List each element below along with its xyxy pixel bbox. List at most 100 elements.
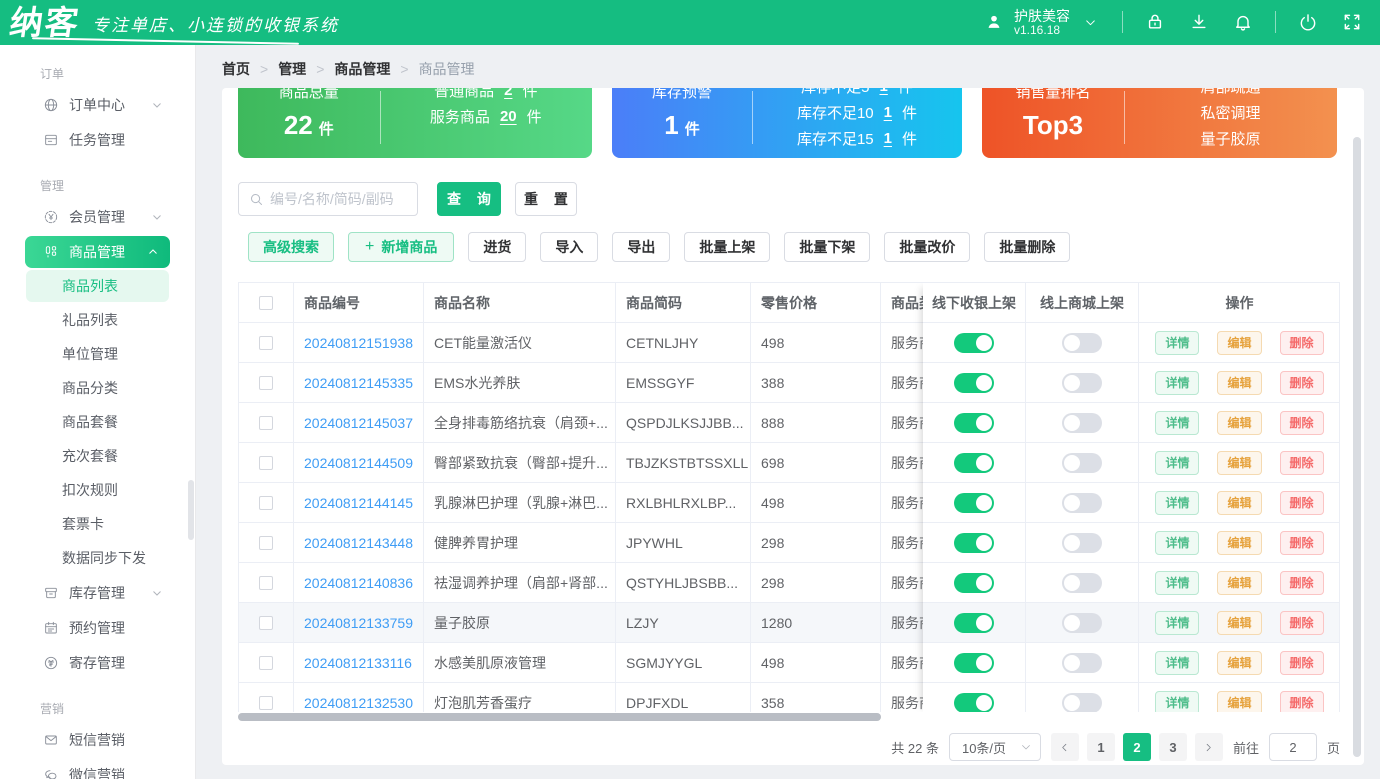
offline-shelf-toggle[interactable]	[954, 613, 994, 633]
product-id-link[interactable]: 20240812132530	[304, 695, 413, 711]
row-checkbox[interactable]	[259, 576, 273, 590]
product-id-link[interactable]: 20240812151938	[304, 335, 413, 351]
breadcrumb-management[interactable]: 管理	[278, 59, 334, 79]
delete-button[interactable]: 删除	[1280, 691, 1324, 713]
edit-button[interactable]: 编辑	[1217, 451, 1261, 475]
power-icon[interactable]	[1296, 10, 1320, 34]
edit-button[interactable]: 编辑	[1217, 411, 1261, 435]
next-page-button[interactable]	[1195, 733, 1223, 761]
offline-shelf-toggle[interactable]	[954, 333, 994, 353]
breadcrumb-home[interactable]: 首页	[222, 59, 278, 79]
online-shelf-toggle[interactable]	[1062, 493, 1102, 513]
toolbar-button-5[interactable]: 批量改价	[884, 232, 970, 262]
sidebar-subitem-3[interactable]: 商品分类	[26, 372, 169, 404]
download-icon[interactable]	[1187, 10, 1211, 34]
detail-button[interactable]: 详情	[1155, 571, 1199, 595]
row-checkbox[interactable]	[259, 536, 273, 550]
sidebar-subitem-0[interactable]: 商品列表	[26, 270, 169, 302]
page-button-1[interactable]: 1	[1087, 733, 1115, 761]
detail-button[interactable]: 详情	[1155, 371, 1199, 395]
edit-button[interactable]: 编辑	[1217, 651, 1261, 675]
row-checkbox[interactable]	[259, 696, 273, 710]
offline-shelf-toggle[interactable]	[954, 653, 994, 673]
page-size-select[interactable]: 10条/页	[949, 733, 1041, 761]
detail-button[interactable]: 详情	[1155, 451, 1199, 475]
edit-button[interactable]: 编辑	[1217, 691, 1261, 713]
sidebar-scrollbar[interactable]	[188, 480, 194, 540]
sidebar-item-wechat-marketing[interactable]: 微信营销	[0, 758, 195, 779]
page-button-2[interactable]: 2	[1123, 733, 1151, 761]
hscrollbar-thumb[interactable]	[238, 713, 881, 721]
product-id-link[interactable]: 20240812140836	[304, 575, 413, 591]
reset-button[interactable]: 重 置	[515, 182, 577, 216]
online-shelf-toggle[interactable]	[1062, 533, 1102, 553]
online-shelf-toggle[interactable]	[1062, 613, 1102, 633]
edit-button[interactable]: 编辑	[1217, 611, 1261, 635]
product-id-link[interactable]: 20240812133116	[304, 655, 412, 671]
detail-button[interactable]: 详情	[1155, 691, 1199, 713]
product-id-link[interactable]: 20240812145037	[304, 415, 413, 431]
toolbar-button-0[interactable]: 进货	[468, 232, 526, 262]
detail-button[interactable]: 详情	[1155, 331, 1199, 355]
sidebar-item-appointment-management[interactable]: 预约管理	[0, 611, 195, 645]
toolbar-button-1[interactable]: 导入	[540, 232, 598, 262]
product-id-link[interactable]: 20240812133759	[304, 615, 413, 631]
row-checkbox[interactable]	[259, 376, 273, 390]
sidebar-item-order-center[interactable]: 订单中心	[0, 88, 195, 122]
detail-button[interactable]: 详情	[1155, 491, 1199, 515]
row-checkbox[interactable]	[259, 496, 273, 510]
edit-button[interactable]: 编辑	[1217, 531, 1261, 555]
sidebar-subitem-6[interactable]: 扣次规则	[26, 474, 169, 506]
offline-shelf-toggle[interactable]	[954, 573, 994, 593]
toolbar-button-2[interactable]: 导出	[612, 232, 670, 262]
toolbar-button-4[interactable]: 批量下架	[784, 232, 870, 262]
edit-button[interactable]: 编辑	[1217, 491, 1261, 515]
delete-button[interactable]: 删除	[1280, 331, 1324, 355]
delete-button[interactable]: 删除	[1280, 491, 1324, 515]
online-shelf-toggle[interactable]	[1062, 693, 1102, 713]
bell-icon[interactable]	[1231, 10, 1255, 34]
delete-button[interactable]: 删除	[1280, 651, 1324, 675]
page-button-3[interactable]: 3	[1159, 733, 1187, 761]
online-shelf-toggle[interactable]	[1062, 333, 1102, 353]
delete-button[interactable]: 删除	[1280, 611, 1324, 635]
product-id-link[interactable]: 20240812144145	[304, 495, 413, 511]
detail-button[interactable]: 详情	[1155, 411, 1199, 435]
sidebar-subitem-7[interactable]: 套票卡	[26, 508, 169, 540]
breadcrumb-product-management[interactable]: 商品管理	[334, 59, 418, 79]
add-product-button[interactable]: + 新增商品	[348, 232, 454, 262]
row-checkbox[interactable]	[259, 336, 273, 350]
delete-button[interactable]: 删除	[1280, 411, 1324, 435]
product-id-link[interactable]: 20240812143448	[304, 535, 413, 551]
edit-button[interactable]: 编辑	[1217, 371, 1261, 395]
user-menu[interactable]: 护肤美容 v1.16.18	[982, 8, 1102, 38]
sidebar-subitem-5[interactable]: 充次套餐	[26, 440, 169, 472]
sidebar-item-sms-marketing[interactable]: 短信营销	[0, 723, 195, 757]
detail-button[interactable]: 详情	[1155, 611, 1199, 635]
prev-page-button[interactable]	[1051, 733, 1079, 761]
sidebar-subitem-1[interactable]: 礼品列表	[26, 304, 169, 336]
sidebar-item-deposit-management[interactable]: 寄存管理	[0, 646, 195, 680]
search-button[interactable]: 查 询	[437, 182, 501, 216]
sidebar-item-inventory-management[interactable]: 库存管理	[0, 576, 195, 610]
search-input[interactable]	[270, 191, 400, 207]
offline-shelf-toggle[interactable]	[954, 493, 994, 513]
delete-button[interactable]: 删除	[1280, 371, 1324, 395]
offline-shelf-toggle[interactable]	[954, 453, 994, 473]
sidebar-subitem-2[interactable]: 单位管理	[26, 338, 169, 370]
delete-button[interactable]: 删除	[1280, 571, 1324, 595]
offline-shelf-toggle[interactable]	[954, 533, 994, 553]
online-shelf-toggle[interactable]	[1062, 573, 1102, 593]
delete-button[interactable]: 删除	[1280, 531, 1324, 555]
online-shelf-toggle[interactable]	[1062, 653, 1102, 673]
toolbar-button-3[interactable]: 批量上架	[684, 232, 770, 262]
sidebar-subitem-8[interactable]: 数据同步下发	[26, 542, 169, 574]
product-id-link[interactable]: 20240812144509	[304, 455, 413, 471]
sidebar-subitem-4[interactable]: 商品套餐	[26, 406, 169, 438]
online-shelf-toggle[interactable]	[1062, 453, 1102, 473]
edit-button[interactable]: 编辑	[1217, 571, 1261, 595]
fullscreen-icon[interactable]	[1340, 10, 1364, 34]
sidebar-item-product-management[interactable]: 商品管理	[25, 236, 170, 268]
detail-button[interactable]: 详情	[1155, 531, 1199, 555]
offline-shelf-toggle[interactable]	[954, 413, 994, 433]
